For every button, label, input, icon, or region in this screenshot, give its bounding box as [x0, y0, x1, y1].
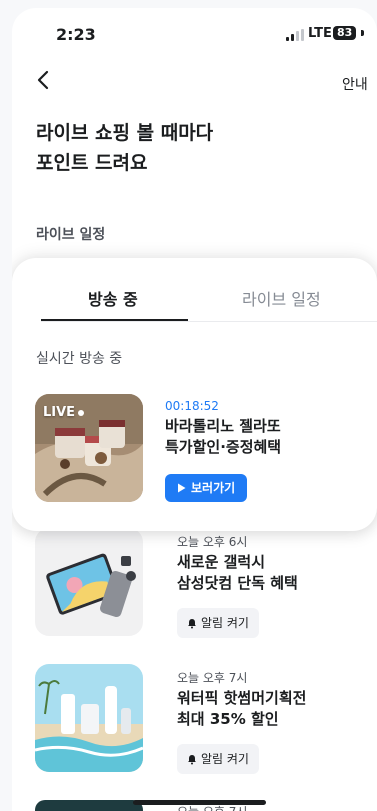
signal-icon — [286, 29, 304, 41]
live-elapsed-time: 00:18:52 — [165, 399, 219, 413]
network-label: LTE — [308, 26, 332, 41]
play-icon — [178, 483, 186, 493]
notify-button-label: 알림 켜기 — [201, 616, 249, 630]
watch-button-label: 보러가기 — [191, 481, 236, 495]
page-title-line-2: 포인트 드려요 — [36, 152, 148, 174]
watch-button[interactable]: 보러가기 — [165, 474, 248, 502]
live-title-line-2: 특가할인·증정혜택 — [165, 438, 282, 456]
bell-icon — [188, 754, 196, 764]
guide-link[interactable]: 안내 — [342, 74, 368, 94]
upcoming-thumbnail[interactable] — [35, 800, 143, 811]
live-title-line-1: 바라톨리노 젤라또 — [165, 417, 281, 435]
live-title[interactable]: 바라톨리노 젤라또 특가할인·증정혜택 — [165, 416, 281, 458]
upcoming-title[interactable]: 워터픽 핫썸머기획전 최대 35% 할인 — [177, 688, 306, 730]
bell-icon — [188, 618, 196, 628]
upcoming-thumbnail[interactable] — [35, 664, 143, 772]
tab-divider — [41, 321, 377, 322]
upcoming-title-line-2: 삼성닷컴 단독 혜택 — [177, 574, 298, 592]
upcoming-title-line-1: 워터픽 핫썸머기획전 — [177, 689, 307, 707]
upcoming-title[interactable]: 새로운 갤럭시 삼성닷컴 단독 혜택 — [177, 552, 298, 594]
tab-live-schedule[interactable]: 라이브 일정 — [242, 286, 321, 310]
status-time: 2:23 — [56, 25, 96, 44]
schedule-label: 라이브 일정 — [36, 227, 106, 243]
upcoming-time: 오늘 오후 7시 — [177, 671, 248, 685]
notify-button[interactable]: 알림 켜기 — [177, 744, 259, 774]
waterpik-product-image — [35, 664, 143, 772]
live-badge-label: LIVE — [43, 405, 76, 420]
screen: 2:23 LTE 83 안내 라이브 쇼핑 볼 때마다 포인트 드려요 라이브 … — [12, 8, 377, 811]
page-title-line-1: 라이브 쇼핑 볼 때마다 — [36, 122, 214, 144]
live-bottom-sheet: 방송 중 라이브 일정 실시간 방송 중 LIVE 00:18:52 바라톨리노… — [12, 258, 377, 531]
notify-button[interactable]: 알림 켜기 — [177, 608, 259, 638]
battery-tip — [361, 30, 364, 36]
upcoming-time: 오늘 오후 6시 — [177, 535, 248, 549]
live-dot-icon — [78, 409, 85, 416]
app-frame: 2:23 LTE 83 안내 라이브 쇼핑 볼 때마다 포인트 드려요 라이브 … — [0, 0, 377, 811]
status-bar: 2:23 LTE 83 — [12, 8, 377, 52]
live-badge: LIVE — [43, 405, 85, 420]
galaxy-product-image — [35, 528, 143, 636]
upcoming-title-line-1: 새로운 갤럭시 — [177, 553, 266, 571]
back-arrow-icon[interactable] — [30, 66, 58, 94]
home-indicator — [133, 800, 266, 805]
live-thumbnail[interactable]: LIVE — [35, 394, 143, 502]
page-title: 라이브 쇼핑 볼 때마다 포인트 드려요 — [36, 118, 213, 178]
notify-button-label: 알림 켜기 — [201, 752, 249, 766]
upcoming-thumbnail[interactable] — [35, 528, 143, 636]
section-title: 실시간 방송 중 — [36, 351, 123, 367]
tab-on-air[interactable]: 방송 중 — [88, 286, 138, 310]
upcoming-title-line-2: 최대 35% 할인 — [177, 710, 279, 728]
battery-icon: 83 — [333, 26, 357, 40]
tab-active-indicator — [41, 319, 188, 321]
